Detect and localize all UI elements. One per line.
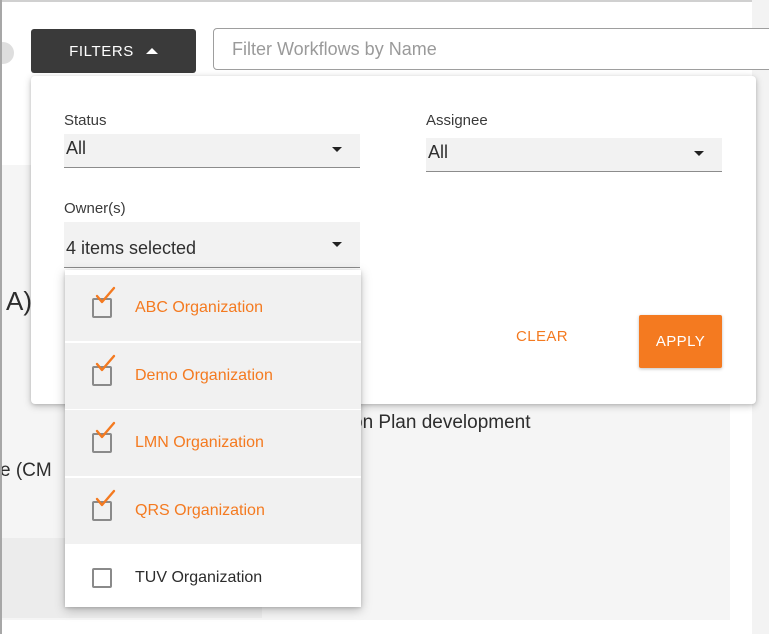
assignee-label: Assignee	[426, 112, 488, 129]
owner-option-label: Demo Organization	[135, 367, 273, 384]
status-label: Status	[64, 112, 107, 129]
filters-button[interactable]: FILTERS	[31, 29, 196, 73]
workflow-search-input[interactable]	[213, 28, 769, 70]
chevron-down-icon	[332, 147, 342, 152]
owner-option-label: TUV Organization	[135, 569, 263, 586]
chevron-down-icon	[694, 151, 704, 156]
chevron-down-icon	[332, 242, 342, 247]
owner-option-label: QRS Organization	[135, 502, 265, 519]
owners-dropdown-menu: ABC Organization Demo Organization LMN O…	[65, 270, 361, 607]
background-circle-icon	[0, 42, 14, 64]
apply-button[interactable]: APPLY	[639, 315, 722, 368]
window-left-border	[0, 0, 2, 634]
clear-button[interactable]: CLEAR	[516, 328, 568, 345]
owner-option-abc[interactable]: ABC Organization	[65, 275, 361, 341]
status-select-value: All	[66, 138, 87, 158]
assignee-select[interactable]: All	[426, 138, 722, 172]
owner-option-demo[interactable]: Demo Organization	[65, 343, 361, 409]
apply-button-label: APPLY	[655, 333, 706, 350]
assignee-select-value: All	[428, 142, 449, 162]
background-heading: A)	[6, 286, 32, 316]
caret-up-icon	[145, 48, 158, 54]
window-top-border	[0, 0, 769, 2]
status-select[interactable]: All	[64, 134, 360, 168]
owners-select-value: 4 items selected	[66, 238, 197, 258]
filters-button-label: FILTERS	[69, 42, 134, 60]
owners-label: Owner(s)	[64, 200, 126, 217]
checkbox-unchecked-icon[interactable]	[92, 568, 112, 588]
owner-option-label: LMN Organization	[135, 434, 264, 451]
background-text-line: on Plan development	[352, 412, 531, 433]
checkmark-icon	[95, 286, 116, 304]
checkmark-icon	[95, 354, 116, 372]
owner-option-qrs[interactable]: QRS Organization	[65, 478, 361, 544]
checkmark-icon	[95, 489, 116, 507]
owner-option-label: ABC Organization	[135, 299, 264, 316]
background-text-line: e (CM	[0, 460, 52, 481]
owner-option-tuv[interactable]: TUV Organization	[65, 545, 361, 611]
owner-option-lmn[interactable]: LMN Organization	[65, 410, 361, 476]
checkmark-icon	[95, 421, 116, 439]
owners-select[interactable]: 4 items selected	[64, 222, 360, 268]
